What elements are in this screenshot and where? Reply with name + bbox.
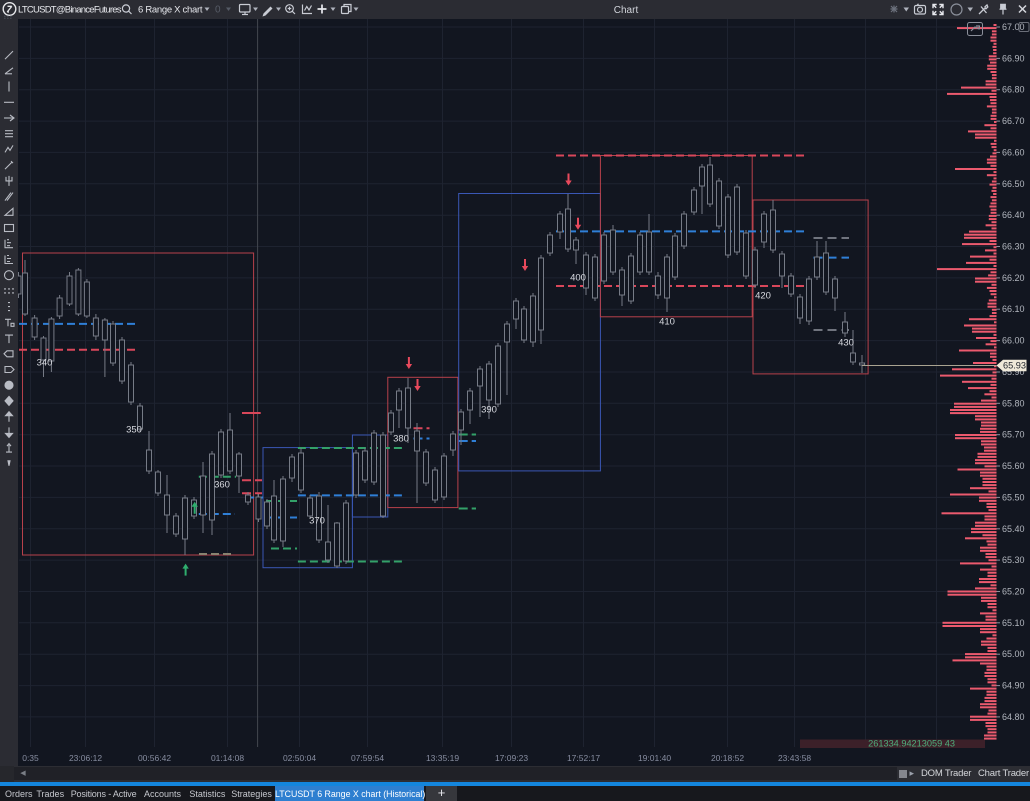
svg-text:65.80: 65.80: [1002, 398, 1025, 408]
svg-text:23:06:12: 23:06:12: [69, 753, 102, 763]
svg-text:350: 350: [126, 425, 142, 436]
svg-text:340: 340: [37, 358, 53, 369]
svg-text:Chart: Chart: [614, 5, 639, 16]
svg-text:23:43:58: 23:43:58: [778, 753, 811, 763]
svg-text:17:52:17: 17:52:17: [567, 753, 600, 763]
svg-text:66.70: 66.70: [1002, 116, 1025, 126]
svg-text:66.60: 66.60: [1002, 147, 1025, 157]
svg-text:66.00: 66.00: [1002, 336, 1025, 346]
svg-text:0: 0: [215, 5, 221, 16]
svg-text:LTCUSDT@BinanceFutures: LTCUSDT@BinanceFutures: [18, 5, 122, 16]
svg-text:19:01:40: 19:01:40: [638, 753, 671, 763]
svg-text:66.10: 66.10: [1002, 304, 1025, 314]
svg-text:66.90: 66.90: [1002, 53, 1025, 63]
svg-text:370: 370: [309, 516, 325, 527]
svg-text:66.40: 66.40: [1002, 210, 1025, 220]
svg-text:65.60: 65.60: [1002, 461, 1025, 471]
svg-text:07:59:54: 07:59:54: [351, 753, 384, 763]
svg-text:65.20: 65.20: [1002, 587, 1025, 597]
svg-text:02:50:04: 02:50:04: [283, 753, 316, 763]
svg-text:6 Range X chart: 6 Range X chart: [138, 5, 203, 16]
svg-text:66.30: 66.30: [1002, 242, 1025, 252]
svg-text:400: 400: [570, 273, 586, 284]
svg-text:380: 380: [393, 434, 409, 445]
svg-text:390: 390: [481, 405, 497, 416]
svg-text:64.90: 64.90: [1002, 681, 1025, 691]
svg-text:13:35:19: 13:35:19: [426, 753, 459, 763]
svg-text:20:18:52: 20:18:52: [711, 753, 744, 763]
svg-text:17:09:23: 17:09:23: [495, 753, 528, 763]
svg-text:66.20: 66.20: [1002, 273, 1025, 283]
svg-text:01:14:08: 01:14:08: [211, 753, 244, 763]
svg-text:65.93: 65.93: [1003, 361, 1026, 371]
svg-text:00:56:42: 00:56:42: [138, 753, 171, 763]
svg-text:65.70: 65.70: [1002, 430, 1025, 440]
svg-text:420: 420: [755, 291, 771, 302]
svg-text:0:35: 0:35: [22, 753, 39, 763]
svg-text:65.50: 65.50: [1002, 492, 1025, 502]
svg-text:64.80: 64.80: [1002, 712, 1025, 722]
svg-text:360: 360: [214, 480, 230, 491]
svg-text:66.50: 66.50: [1002, 179, 1025, 189]
svg-text:65.40: 65.40: [1002, 524, 1025, 534]
svg-text:410: 410: [659, 317, 675, 328]
svg-text:65.10: 65.10: [1002, 618, 1025, 628]
svg-text:65.00: 65.00: [1002, 649, 1025, 659]
svg-text:430: 430: [838, 338, 854, 349]
svg-text:261334.94213059 43: 261334.94213059 43: [868, 739, 955, 749]
svg-text:66.80: 66.80: [1002, 85, 1025, 95]
svg-text:65.30: 65.30: [1002, 555, 1025, 565]
